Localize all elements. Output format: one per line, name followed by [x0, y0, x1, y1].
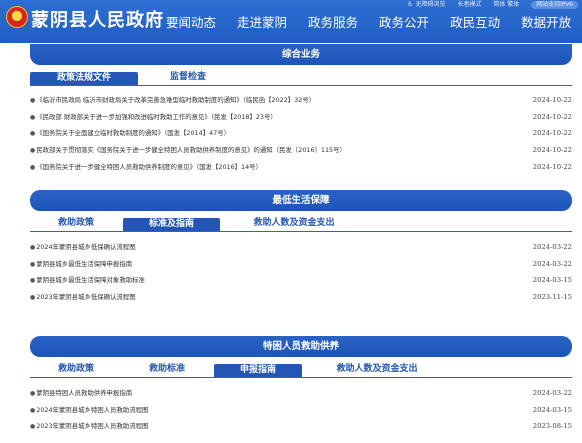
bullet-dot-icon: ● — [30, 406, 36, 414]
article-link[interactable]: 《国务院关于全面建立临时救助制度的通知》（国发【2014】47号） — [36, 129, 230, 137]
tab-application-guide[interactable]: 申报指南 — [214, 364, 302, 377]
nav-item-about[interactable]: 走进蒙阴 — [237, 15, 287, 31]
list-item: ●2023年蒙阴县城乡特困人员救助流程图 2023-08-15 — [30, 418, 572, 435]
national-emblem-icon — [6, 6, 28, 28]
section-general-business: 综合业务 政策法规文件 监督检查 ●《临沂市民政局 临沂市财政局关于改革完善急难… — [30, 44, 572, 175]
list-item: ●2024年蒙阴县城乡低保确认流程图 2024-03-22 — [30, 239, 572, 256]
tab-supervision[interactable]: 监督检查 — [164, 71, 212, 83]
bullet-dot-icon: ● — [30, 97, 36, 104]
article-date: 2024-03-15 — [532, 405, 572, 414]
accessible-mode-link[interactable]: 无障碍浏览 — [416, 1, 446, 8]
list-item: ●《民政部 财政部关于进一步加强和改进临时救助工作的意见》（民发【2018】23… — [30, 109, 572, 126]
article-link[interactable]: 2023年蒙阴县城乡特困人员救助流程图 — [36, 422, 148, 430]
article-link[interactable]: 民政部关于贯彻落实《国务院关于进一步健全特困人员救助供养制度的意见》的通知（民发… — [36, 146, 346, 154]
section-title: 特困人员救助供养 — [30, 336, 572, 357]
nav-item-services[interactable]: 政务服务 — [308, 15, 358, 31]
ipv6-badge[interactable]: 网站支持IPv6 — [531, 1, 578, 9]
bullet-dot-icon: ● — [30, 423, 36, 431]
article-link[interactable]: 2023年蒙阴县城乡低保确认流程图 — [36, 293, 135, 301]
nav-item-disclosure[interactable]: 政务公开 — [379, 15, 429, 31]
article-list: ●蒙阴县特困人员救助供养申报指南 2024-03-22 ●2024年蒙阴县城乡特困… — [30, 385, 572, 435]
article-date: 2024-03-22 — [532, 259, 572, 268]
bullet-dot-icon: ● — [30, 163, 36, 171]
tab-aid-count-funds[interactable]: 救助人数及资金支出 — [330, 363, 424, 375]
nav-item-news[interactable]: 要闻动态 — [166, 15, 216, 31]
tab-aid-count-funds[interactable]: 救助人数及资金支出 — [247, 217, 341, 229]
nav-item-open-data[interactable]: 数据开放 — [521, 15, 571, 31]
article-date: 2024-10-22 — [532, 96, 572, 104]
list-item: ●2024年蒙阴县城乡特困人员救助流程图 2024-03-15 — [30, 402, 572, 419]
article-list: ●2024年蒙阴县城乡低保确认流程图 2024-03-22 ●蒙阴县城乡最低生活保… — [30, 239, 572, 306]
utility-bar: ♿ 无障碍浏览 长者模式 简体 繁体 网站支持IPv6 — [407, 0, 578, 9]
article-date: 2023-11-15 — [532, 293, 572, 302]
list-item: ●《临沂市民政局 临沂市财政局关于改革完善急难型临时救助制度的通知》（临民函【2… — [30, 92, 572, 109]
accessibility-icon: ♿ — [407, 0, 414, 8]
article-date: 2023-08-15 — [532, 422, 572, 431]
article-date: 2024-10-22 — [532, 146, 572, 155]
section-minimum-living-security: 最低生活保障 救助政策 标准及指南 救助人数及资金支出 ●2024年蒙阴县城乡低… — [30, 190, 572, 306]
article-link[interactable]: 《民政部 财政部关于进一步加强和改进临时救助工作的意见》（民发【2018】23号… — [36, 113, 277, 121]
list-item: ●蒙阴县特困人员救助供养申报指南 2024-03-22 — [30, 385, 572, 402]
article-date: 2024-03-22 — [532, 243, 572, 251]
list-item: ●《国务院关于进一步健全特困人员救助供养制度的意见》（国发【2016】14号） 2… — [30, 159, 572, 176]
article-link[interactable]: 2024年蒙阴县城乡低保确认流程图 — [36, 243, 135, 251]
bullet-dot-icon: ● — [30, 260, 36, 268]
bullet-dot-icon: ● — [30, 113, 36, 121]
site-header: 蒙阴县人民政府 ♿无障碍浏览 长者模式 简体 繁体 网站支持IPv6 要闻动态 … — [0, 0, 582, 43]
article-link[interactable]: 《国务院关于进一步健全特困人员救助供养制度的意见》（国发【2016】14号） — [36, 163, 262, 171]
bullet-dot-icon: ● — [30, 244, 36, 251]
list-item: ●蒙阴县城乡最低生活保障对象救助标准 2024-03-15 — [30, 272, 572, 289]
tab-aid-policy[interactable]: 救助政策 — [54, 217, 98, 229]
tab-standards-guide[interactable]: 标准及指南 — [123, 218, 220, 231]
article-date: 2024-03-15 — [532, 276, 572, 285]
section-destitute-support: 特困人员救助供养 救助政策 救助标准 申报指南 救助人数及资金支出 ●蒙阴县特困… — [30, 336, 572, 435]
section-title: 综合业务 — [30, 44, 572, 65]
article-link[interactable]: 《临沂市民政局 临沂市财政局关于改革完善急难型临时救助制度的通知》（临民函【20… — [36, 96, 315, 104]
list-item: ●民政部关于贯彻落实《国务院关于进一步健全特困人员救助供养制度的意见》的通知（民… — [30, 142, 572, 159]
list-item: ●蒙阴县城乡最低生活保障申报指南 2024-03-22 — [30, 256, 572, 273]
bullet-dot-icon: ● — [30, 294, 36, 302]
site-title[interactable]: 蒙阴县人民政府 — [31, 6, 164, 32]
article-link[interactable]: 蒙阴县城乡最低生活保障申报指南 — [36, 260, 132, 268]
elderly-mode-link[interactable]: 长者模式 — [457, 1, 481, 8]
article-date: 2024-10-22 — [532, 112, 572, 121]
article-date: 2024-10-22 — [532, 162, 572, 171]
bullet-dot-icon: ● — [30, 130, 36, 138]
bullet-dot-icon: ● — [30, 390, 36, 397]
article-date: 2024-03-22 — [532, 389, 572, 397]
article-link[interactable]: 蒙阴县城乡最低生活保障对象救助标准 — [36, 276, 145, 284]
tab-bar: 政策法规文件 监督检查 — [30, 69, 572, 86]
article-date: 2024-10-22 — [532, 129, 572, 138]
article-link[interactable]: 蒙阴县特困人员救助供养申报指南 — [36, 389, 132, 397]
main-nav: 要闻动态 走进蒙阴 政务服务 政务公开 政民互动 数据开放 — [166, 15, 582, 31]
bullet-dot-icon: ● — [30, 277, 36, 285]
tab-aid-standard[interactable]: 救助标准 — [145, 363, 189, 375]
nav-item-interaction[interactable]: 政民互动 — [450, 15, 500, 31]
article-list: ●《临沂市民政局 临沂市财政局关于改革完善急难型临时救助制度的通知》（临民函【2… — [30, 92, 572, 175]
tab-bar: 救助政策 救助标准 申报指南 救助人数及资金支出 — [30, 361, 572, 378]
bullet-dot-icon: ● — [30, 147, 36, 155]
list-item: ●2023年蒙阴县城乡低保确认流程图 2023-11-15 — [30, 289, 572, 306]
tab-bar: 救助政策 标准及指南 救助人数及资金支出 — [30, 215, 572, 232]
article-link[interactable]: 2024年蒙阴县城乡特困人员救助流程图 — [36, 406, 148, 414]
section-title: 最低生活保障 — [30, 190, 572, 211]
language-switch[interactable]: 简体 繁体 — [493, 1, 519, 8]
tab-policy-documents[interactable]: 政策法规文件 — [30, 72, 138, 85]
tab-aid-policy[interactable]: 救助政策 — [54, 363, 98, 375]
list-item: ●《国务院关于全面建立临时救助制度的通知》（国发【2014】47号） 2024-1… — [30, 125, 572, 142]
